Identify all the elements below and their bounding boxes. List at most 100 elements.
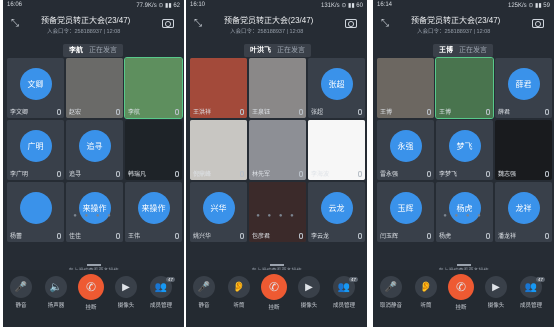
participant-tile[interactable]: 韩瑞凡 [125,120,182,180]
participant-tile[interactable]: 王博 [377,58,434,118]
participant-name: 李海波 [311,172,330,178]
participant-name: 王博 [380,110,393,116]
participant-tile[interactable]: 追寻 追寻 [66,120,123,180]
participant-name: 姚兴华 [193,234,212,240]
meeting-room-number: 入会口令：258188937 | 12:08 [417,29,491,35]
switch-camera-icon[interactable] [162,19,174,28]
participant-tile[interactable]: 杨蕾 [7,182,64,242]
mute-button[interactable]: 🎤 取消静音 [373,276,409,309]
speaker-button[interactable]: 👂 听筒 [408,276,444,309]
participant-tile[interactable]: 王泉钰 [249,58,306,118]
camera-button[interactable]: ▶ 摄像头 [291,276,327,309]
participant-tile[interactable]: 来操作 王伟 [125,182,182,242]
button-label: 摄像头 [300,303,318,309]
participant-name: 韩瑞凡 [128,172,147,178]
hang-up-button[interactable]: ✆ 挂断 [256,274,292,311]
collapse-icon[interactable]: ⤡ [194,18,202,29]
participant-name: 张超 [311,110,324,116]
button-label: 摄像头 [117,303,135,309]
participant-tile[interactable]: 杨虎 杨虎 [436,182,493,242]
mic-icon [299,233,303,239]
participant-name: 李云龙 [311,234,330,240]
participant-name: 魏志强 [498,172,517,178]
hang-up-button[interactable]: ✆ 挂断 [443,274,479,311]
participant-tile[interactable]: 来操作 佳佳 [66,182,123,242]
participant-tile[interactable]: 文卿 李文卿 [7,58,64,118]
camera-button[interactable]: ▶ 摄像头 [478,276,514,309]
participant-name: 佳佳 [69,234,82,240]
speaker-button[interactable]: 👂 听筒 [221,276,257,309]
participant-tile[interactable]: 云龙李云龙 [308,182,365,242]
speaking-suffix: 正在发言 [458,47,487,54]
participant-tile[interactable]: 赵宏 [66,58,123,118]
participant-avatar [19,192,52,224]
members-button[interactable]: 👥 成员管理 47 [326,276,362,309]
participant-tile[interactable]: 王博 [435,57,494,119]
camera-button[interactable]: ▶ 摄像头 [108,276,144,309]
member-count-badge: 47 [165,277,175,282]
member-count-badge: 47 [348,277,358,282]
participant-tile[interactable]: 永强 雷永强 [377,120,434,180]
status-time: 16:14 [377,2,393,8]
page-dots: ● ● ● ● [256,213,297,219]
mic-icon [427,233,431,239]
meeting-title[interactable]: 预备党员转正大会(23/47) [411,15,500,26]
speaker-icon: 👂 [228,276,250,298]
speaking-indicator: 叶洪飞 正在发言 [244,44,311,57]
participant-tile[interactable]: 王洪祥 [190,58,247,118]
participant-name: 赵宏 [69,110,82,116]
members-button[interactable]: 👥 成员管理 47 [513,276,549,309]
status-time: 16:06 [7,2,23,8]
speaker-button[interactable]: 🔈 扬声器 [38,276,74,309]
hang-up-button[interactable]: ✆ 挂断 [73,274,109,311]
mic-icon [486,109,490,115]
status-bar: 16:10 131K/s ⊙ ▮▮ 60 [190,2,363,12]
participant-tile[interactable]: 林先军 [249,120,306,180]
button-label: 听筒 [233,303,245,309]
participant-tile[interactable]: 龙祥 潘龙祥 [495,182,552,242]
switch-camera-icon[interactable] [345,19,357,28]
mic-icon [486,171,490,177]
participant-tile[interactable]: 玉辉 闫玉辉 [377,182,434,242]
participant-name: 倪鼎峰 [193,172,212,178]
collapse-icon[interactable]: ⤡ [11,18,19,29]
meeting-title[interactable]: 预备党员转正大会(23/47) [224,15,313,26]
camera-icon: ▶ [298,276,320,298]
page-dots: ● ● ● ● [73,213,114,219]
status-indicators: 77.9K/s ⊙ ▮▮ 62 [136,3,180,9]
button-label: 扬声器 [47,303,65,309]
participant-name: 杨虎 [439,234,452,240]
participant-tile[interactable]: 兴华 姚兴华 [190,182,247,242]
mic-icon [486,233,490,239]
participant-tile[interactable]: 包彦君 [249,182,306,242]
hang-up-icon: ✆ [78,274,104,300]
participant-tile[interactable]: 广明 李广明 [7,120,64,180]
meeting-room-number: 入会口令：258188937 | 12:08 [47,29,121,35]
button-label: 摄像头 [487,303,505,309]
participant-avatar: 云龙 [320,192,353,224]
members-button[interactable]: 👥 成员管理 47 [143,276,179,309]
participant-tile[interactable]: 李航 [124,57,183,119]
switch-camera-icon[interactable] [532,19,544,28]
participant-avatar: 追寻 [78,130,111,162]
mute-button[interactable]: 🎤 静音 [3,276,39,309]
participant-tile[interactable]: 梦飞 李梦飞 [436,120,493,180]
mic-icon [57,233,61,239]
mic-icon [240,109,244,115]
participant-tile[interactable]: 薛君 薛君 [495,58,552,118]
participant-name: 李文卿 [10,110,29,116]
mic-icon [427,171,431,177]
meeting-title[interactable]: 预备党员转正大会(23/47) [41,15,130,26]
participant-avatar: 永强 [389,130,422,162]
control-bar: 🎤 取消静音 👂 听筒 ✆ 挂断 ▶ 摄像头 👥 成员管理 47 [373,270,554,327]
hang-up-icon: ✆ [261,274,287,300]
mute-button[interactable]: 🎤 静音 [186,276,222,309]
collapse-icon[interactable]: ⤡ [381,18,389,29]
participant-tile[interactable]: 倪鼎峰 [190,120,247,180]
button-label: 静音 [15,303,27,309]
participant-tile[interactable]: 张超 张超 [308,58,365,118]
participant-tile[interactable]: 魏志强 [495,120,552,180]
participant-tile[interactable]: 李海波 [308,120,365,180]
button-label: 成员管理 [332,303,355,309]
participant-name: 李航 [128,110,141,116]
